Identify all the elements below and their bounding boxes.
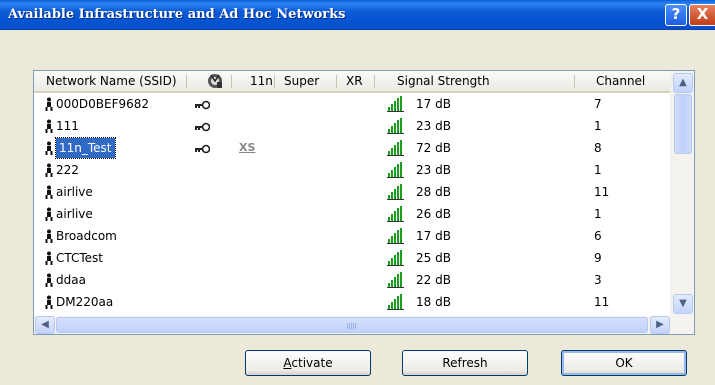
network-ssid: 111 bbox=[56, 119, 79, 133]
signal-bars-icon bbox=[387, 184, 405, 200]
scroll-right-button[interactable]: ▶ bbox=[650, 316, 670, 334]
person-icon bbox=[44, 185, 54, 199]
vertical-scrollbar[interactable]: ▲ ▼ bbox=[670, 71, 694, 316]
network-row[interactable]: Broadcom 17 dB 6 bbox=[34, 226, 670, 246]
signal-strength-value: 72 dB bbox=[416, 141, 451, 155]
vertical-scroll-thumb[interactable] bbox=[674, 94, 692, 154]
signal-bars-icon bbox=[387, 272, 405, 288]
network-ssid: 222 bbox=[56, 163, 79, 177]
signal-strength-value: 17 dB bbox=[416, 97, 451, 111]
network-row[interactable]: DM220aa 18 dB 11 bbox=[34, 292, 670, 312]
key-icon bbox=[194, 99, 211, 110]
horizontal-scroll-thumb[interactable] bbox=[56, 317, 648, 333]
signal-bars-icon bbox=[387, 250, 405, 266]
security-header-icon[interactable] bbox=[206, 72, 224, 92]
channel-value: 1 bbox=[594, 207, 602, 221]
signal-bars-icon bbox=[387, 206, 405, 222]
xs-icon: XS bbox=[239, 141, 256, 154]
signal-strength-value: 17 dB bbox=[416, 229, 451, 243]
window-title: Available Infrastructure and Ad Hoc Netw… bbox=[8, 7, 346, 22]
channel-value: 11 bbox=[594, 295, 610, 309]
network-ssid: ddaa bbox=[56, 273, 86, 287]
scroll-down-button[interactable]: ▼ bbox=[673, 294, 693, 314]
list-header: Network Name (SSID) 11n Super XR Signal … bbox=[34, 71, 670, 93]
person-icon bbox=[44, 251, 54, 265]
ok-button[interactable]: OK bbox=[561, 350, 687, 376]
network-row[interactable]: 222 23 dB 1 bbox=[34, 160, 670, 180]
horizontal-scrollbar[interactable]: ◀ ▶ bbox=[34, 316, 694, 334]
key-icon bbox=[194, 121, 211, 132]
column-divider[interactable] bbox=[231, 75, 232, 88]
channel-value: 11 bbox=[594, 185, 610, 199]
channel-value: 8 bbox=[594, 141, 602, 155]
network-row[interactable]: CTCTest 25 dB 9 bbox=[34, 248, 670, 268]
scroll-grip bbox=[347, 323, 357, 329]
column-divider[interactable] bbox=[374, 75, 375, 88]
channel-value: 9 bbox=[594, 251, 602, 265]
column-header-xr[interactable]: XR bbox=[346, 71, 363, 91]
signal-strength-value: 22 dB bbox=[416, 273, 451, 287]
activate-label: ctivate bbox=[291, 356, 333, 370]
scroll-left-button[interactable]: ◀ bbox=[35, 316, 55, 334]
network-ssid: CTCTest bbox=[56, 251, 104, 265]
column-divider[interactable] bbox=[274, 75, 275, 88]
network-ssid: airlive bbox=[56, 185, 93, 199]
person-icon bbox=[44, 295, 54, 309]
signal-bars-icon bbox=[387, 294, 405, 310]
network-ssid: DM220aa bbox=[56, 295, 114, 309]
network-list[interactable]: Network Name (SSID) 11n Super XR Signal … bbox=[33, 70, 695, 335]
channel-value: 7 bbox=[594, 97, 602, 111]
network-row[interactable]: airlive 26 dB 1 bbox=[34, 204, 670, 224]
person-icon bbox=[44, 163, 54, 177]
network-rows: 000D0BEF9682 17 dB 7 111 23 dB 1 11n_Test XS 72 … bbox=[34, 94, 670, 316]
column-divider[interactable] bbox=[186, 75, 187, 88]
signal-strength-value: 25 dB bbox=[416, 251, 451, 265]
signal-strength-value: 28 dB bbox=[416, 185, 451, 199]
column-divider[interactable] bbox=[574, 75, 575, 88]
network-ssid: 11n_Test bbox=[55, 137, 116, 159]
networks-dialog: Available Infrastructure and Ad Hoc Netw… bbox=[0, 0, 715, 385]
signal-bars-icon bbox=[387, 162, 405, 178]
network-ssid: Broadcom bbox=[56, 229, 117, 243]
column-header-ssid[interactable]: Network Name (SSID) bbox=[46, 71, 177, 91]
network-ssid: 000D0BEF9682 bbox=[56, 97, 150, 111]
channel-value: 1 bbox=[594, 119, 602, 133]
person-icon bbox=[44, 97, 54, 111]
network-row[interactable]: 111 23 dB 1 bbox=[34, 116, 670, 136]
signal-strength-value: 23 dB bbox=[416, 163, 451, 177]
network-row[interactable]: 000D0BEF9682 17 dB 7 bbox=[34, 94, 670, 114]
signal-strength-value: 23 dB bbox=[416, 119, 451, 133]
signal-strength-value: 26 dB bbox=[416, 207, 451, 221]
help-button[interactable]: ? bbox=[665, 4, 687, 26]
person-icon bbox=[44, 207, 54, 221]
person-icon bbox=[44, 273, 54, 287]
key-icon bbox=[194, 143, 211, 154]
title-bar: Available Infrastructure and Ad Hoc Netw… bbox=[0, 0, 715, 30]
network-row[interactable]: ddaa 22 dB 3 bbox=[34, 270, 670, 290]
person-icon bbox=[44, 141, 54, 155]
activate-button[interactable]: Activate bbox=[245, 350, 371, 376]
signal-bars-icon bbox=[387, 228, 405, 244]
column-divider[interactable] bbox=[336, 75, 337, 88]
network-row[interactable]: 11n_Test XS 72 dB 8 bbox=[34, 137, 670, 159]
scroll-up-button[interactable]: ▲ bbox=[673, 73, 693, 93]
close-button[interactable]: X bbox=[689, 4, 715, 26]
network-ssid: airlive bbox=[56, 207, 93, 221]
column-header-channel[interactable]: Channel bbox=[596, 71, 645, 91]
signal-bars-icon bbox=[387, 118, 405, 134]
network-row[interactable]: airlive 28 dB 11 bbox=[34, 182, 670, 202]
column-header-11n[interactable]: 11n bbox=[250, 71, 273, 91]
column-header-super[interactable]: Super bbox=[284, 71, 319, 91]
signal-bars-icon bbox=[387, 140, 405, 156]
person-icon bbox=[44, 229, 54, 243]
channel-value: 1 bbox=[594, 163, 602, 177]
column-header-signal[interactable]: Signal Strength bbox=[397, 71, 490, 91]
signal-strength-value: 18 dB bbox=[416, 295, 451, 309]
channel-value: 3 bbox=[594, 273, 602, 287]
refresh-button[interactable]: Refresh bbox=[402, 350, 528, 376]
signal-bars-icon bbox=[387, 96, 405, 112]
channel-value: 6 bbox=[594, 229, 602, 243]
person-icon bbox=[44, 119, 54, 133]
